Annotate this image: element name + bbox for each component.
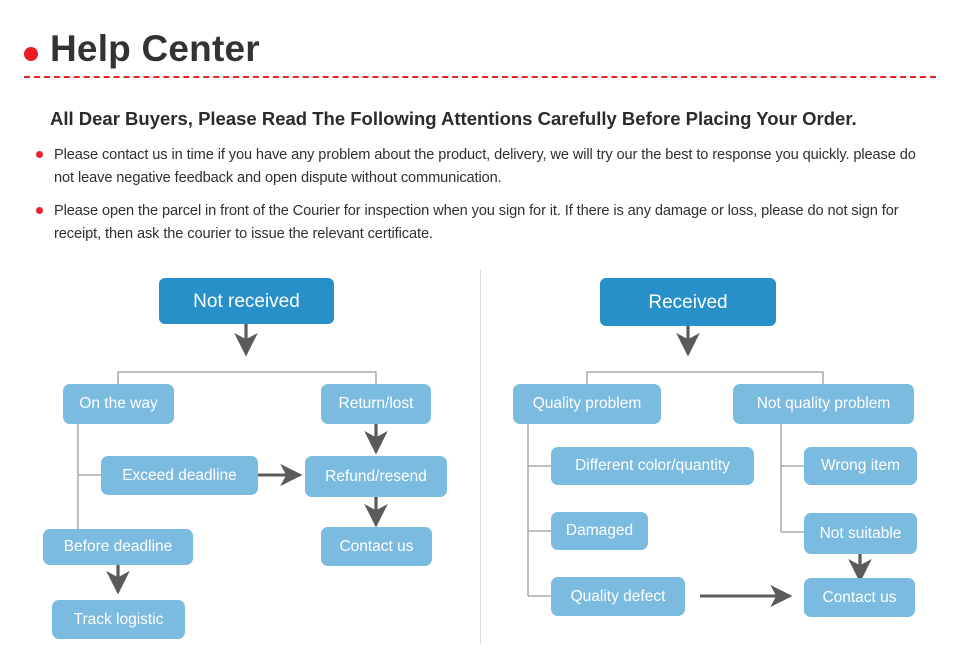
page-title: Help Center [50,28,260,69]
note-item: Please open the parcel in front of the C… [36,200,936,246]
flow-node-on-the-way[interactable]: On the way [63,384,174,424]
flow-node-wrong-item[interactable]: Wrong item [804,447,917,485]
flow-node-track-logistic[interactable]: Track logistic [52,600,185,639]
flowchart-area: Not received On the way Return/lost Exce… [0,262,960,652]
flow-node-exceed-deadline[interactable]: Exceed deadline [101,456,258,495]
bullet-dot-icon [24,47,38,61]
flow-node-contact-us-left[interactable]: Contact us [321,527,432,566]
title-divider-dashed [24,76,936,78]
flow-node-not-suitable[interactable]: Not suitable [804,513,917,554]
note-text: Please open the parcel in front of the C… [54,203,899,242]
flow-node-quality-problem[interactable]: Quality problem [513,384,661,424]
note-text: Please contact us in time if you have an… [54,147,916,186]
help-center-page: Help Center All Dear Buyers, Please Read… [0,0,960,652]
flow-node-before-deadline[interactable]: Before deadline [43,529,193,565]
bullet-dot-icon [36,151,43,158]
flow-node-not-quality-problem[interactable]: Not quality problem [733,384,914,424]
flow-node-return-lost[interactable]: Return/lost [321,384,431,424]
flow-node-refund-resend[interactable]: Refund/resend [305,456,447,497]
intro-heading: All Dear Buyers, Please Read The Followi… [50,108,857,129]
bullet-dot-icon [36,207,43,214]
page-header: Help Center [0,0,960,86]
flow-node-contact-us-right[interactable]: Contact us [804,578,915,617]
flow-node-not-received[interactable]: Not received [159,278,334,324]
note-item: Please contact us in time if you have an… [36,144,936,190]
flow-node-quality-defect[interactable]: Quality defect [551,577,685,616]
flow-node-different-color-quantity[interactable]: Different color/quantity [551,447,754,485]
flow-node-received[interactable]: Received [600,278,776,326]
flow-node-damaged[interactable]: Damaged [551,512,648,550]
